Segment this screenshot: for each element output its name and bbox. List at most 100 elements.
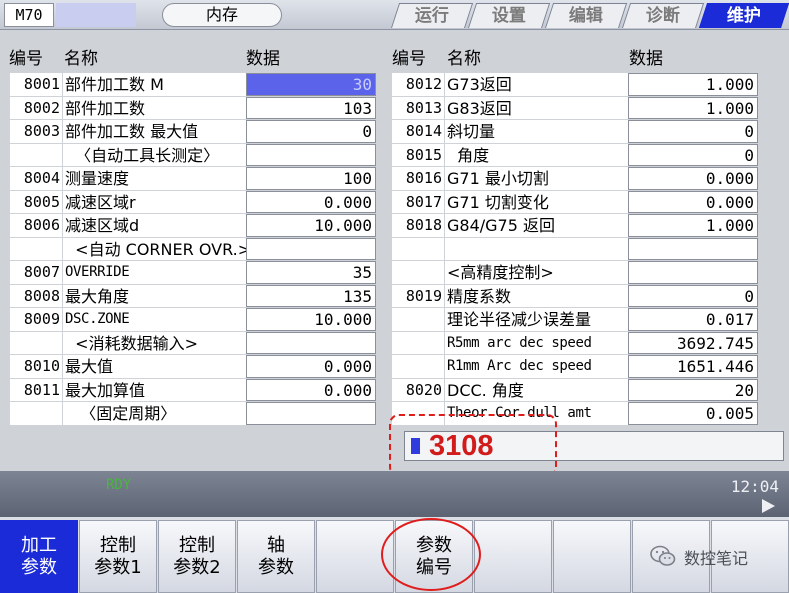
parameter-value-field[interactable]: 0.000 bbox=[246, 378, 376, 401]
next-page-icon[interactable] bbox=[762, 499, 775, 513]
parameter-value-field[interactable]: 10.000 bbox=[246, 214, 376, 237]
parameter-name: 理论半径减少误差量 bbox=[445, 308, 628, 331]
parameter-number: 8019 bbox=[392, 284, 444, 307]
parameter-name: 测量速度 bbox=[63, 167, 246, 190]
parameter-value-field[interactable]: 0 bbox=[628, 284, 758, 307]
parameter-value-field[interactable]: 0.000 bbox=[246, 355, 376, 378]
clock: 12:04 bbox=[730, 477, 779, 496]
parameter-number: 8015 bbox=[392, 143, 444, 166]
parameter-value-field[interactable]: 1.000 bbox=[628, 96, 758, 119]
parameter-name: 斜切量 bbox=[445, 120, 628, 143]
parameter-number bbox=[10, 331, 62, 354]
parameter-name: 最大加算值 bbox=[63, 378, 246, 401]
parameter-value-field[interactable] bbox=[628, 237, 758, 260]
parameter-name: G73返回 bbox=[445, 73, 628, 96]
parameter-value-field[interactable]: 0.017 bbox=[628, 308, 758, 331]
parameter-value-field[interactable]: 0.000 bbox=[246, 190, 376, 213]
parameter-number bbox=[10, 143, 62, 166]
tab-edit[interactable]: 编辑 bbox=[545, 3, 628, 28]
column-header-name: 名称 bbox=[64, 49, 98, 69]
parameter-value-field[interactable]: 0.000 bbox=[628, 167, 758, 190]
parameter-number: 8005 bbox=[10, 190, 62, 213]
parameter-value-field[interactable]: 135 bbox=[246, 284, 376, 307]
parameter-name: G71 切割变化 bbox=[445, 190, 628, 213]
parameter-name: 部件加工数 M bbox=[63, 73, 246, 96]
parameter-value-field[interactable] bbox=[628, 261, 758, 284]
parameter-value-field[interactable]: 0 bbox=[628, 120, 758, 143]
parameter-value-field[interactable]: 0 bbox=[628, 143, 758, 166]
parameter-name: G83返回 bbox=[445, 96, 628, 119]
watermark-text: 数控笔记 bbox=[684, 549, 749, 568]
parameter-value-field[interactable]: 0.005 bbox=[628, 402, 758, 425]
parameter-value-field[interactable] bbox=[246, 331, 376, 354]
parameter-number: 8002 bbox=[10, 96, 62, 119]
menu-control-parameters-2[interactable]: 控制 参数2 bbox=[158, 520, 236, 593]
parameter-value-field[interactable] bbox=[246, 402, 376, 425]
parameter-number bbox=[392, 261, 444, 284]
parameter-number: 8014 bbox=[392, 120, 444, 143]
parameter-name: <消耗数据输入> bbox=[63, 331, 246, 354]
parameter-name: G71 最小切割 bbox=[445, 167, 628, 190]
parameter-value-field[interactable]: 1651.446 bbox=[628, 355, 758, 378]
parameter-number bbox=[392, 355, 444, 378]
parameter-name: OVERRIDE bbox=[63, 261, 246, 284]
column-header-no: 编号 bbox=[9, 49, 43, 69]
parameter-value-field[interactable]: 1.000 bbox=[628, 214, 758, 237]
parameter-number: 8010 bbox=[10, 355, 62, 378]
parameter-name: 〈自动工具长测定〉 bbox=[63, 143, 246, 166]
parameter-name: 〈固定周期〉 bbox=[63, 402, 246, 425]
parameter-number bbox=[392, 331, 444, 354]
parameter-number: 8004 bbox=[10, 167, 62, 190]
parameter-name: 部件加工数 最大值 bbox=[63, 120, 246, 143]
menu-highlight-annotation bbox=[381, 518, 481, 591]
column-header-no: 编号 bbox=[392, 49, 426, 69]
ready-status: RDY bbox=[106, 477, 132, 493]
parameter-value-field[interactable]: 20 bbox=[628, 378, 758, 401]
parameter-value-field[interactable]: 1.000 bbox=[628, 73, 758, 96]
tab-run[interactable]: 运行 bbox=[391, 3, 474, 28]
parameter-name: 最大角度 bbox=[63, 284, 246, 307]
parameter-name: 部件加工数 bbox=[63, 96, 246, 119]
parameter-value-field[interactable]: 0.000 bbox=[628, 190, 758, 213]
parameter-value-field[interactable] bbox=[246, 237, 376, 260]
parameter-value-field[interactable]: 103 bbox=[246, 96, 376, 119]
tab-setup[interactable]: 设置 bbox=[468, 3, 551, 28]
parameter-value-field[interactable]: 35 bbox=[246, 261, 376, 284]
tab-maintenance[interactable]: 维护 bbox=[699, 3, 789, 28]
parameter-number: 8008 bbox=[10, 284, 62, 307]
column-header-name: 名称 bbox=[447, 49, 481, 69]
parameter-value-field[interactable] bbox=[246, 143, 376, 166]
status-bar: RDY 12:04 bbox=[0, 471, 789, 517]
top-bar: M70 内存 运行 设置 编辑 诊断 维护 bbox=[0, 0, 789, 30]
menu-empty-8[interactable] bbox=[553, 520, 631, 593]
parameter-number: 8016 bbox=[392, 167, 444, 190]
parameter-name: DCC. 角度 bbox=[445, 378, 628, 401]
menu-machining-parameters[interactable]: 加工 参数 bbox=[0, 520, 78, 593]
menu-axis-parameters[interactable]: 轴 参数 bbox=[237, 520, 315, 593]
column-header-value: 数据 bbox=[629, 49, 663, 69]
parameter-number: 8013 bbox=[392, 96, 444, 119]
parameter-number: 8009 bbox=[10, 308, 62, 331]
parameter-name: <高精度控制> bbox=[445, 261, 628, 284]
wechat-icon bbox=[650, 545, 676, 566]
parameter-value-field[interactable]: 3692.745 bbox=[628, 331, 758, 354]
parameter-value-field[interactable]: 30 bbox=[246, 73, 376, 96]
menu-empty-7[interactable] bbox=[474, 520, 552, 593]
parameter-name: 减速区域d bbox=[63, 214, 246, 237]
tab-diagnosis[interactable]: 诊断 bbox=[622, 3, 705, 28]
parameter-name: 减速区域r bbox=[63, 190, 246, 213]
menu-control-parameters-1[interactable]: 控制 参数1 bbox=[79, 520, 157, 593]
parameter-value-field[interactable]: 0 bbox=[246, 120, 376, 143]
parameter-name bbox=[445, 237, 628, 260]
parameter-value-field[interactable]: 10.000 bbox=[246, 308, 376, 331]
parameter-value-field[interactable]: 100 bbox=[246, 167, 376, 190]
parameter-name: DSC.ZONE bbox=[63, 308, 246, 331]
parameter-name: <自动 CORNER OVR.> bbox=[63, 237, 246, 260]
parameter-number: 8011 bbox=[10, 378, 62, 401]
memory-mode-button[interactable]: 内存 bbox=[162, 3, 282, 27]
parameter-number bbox=[10, 402, 62, 425]
parameter-number: 8003 bbox=[10, 120, 62, 143]
parameter-name: G84/G75 返回 bbox=[445, 214, 628, 237]
parameter-name: 最大值 bbox=[63, 355, 246, 378]
parameter-number: 8006 bbox=[10, 214, 62, 237]
